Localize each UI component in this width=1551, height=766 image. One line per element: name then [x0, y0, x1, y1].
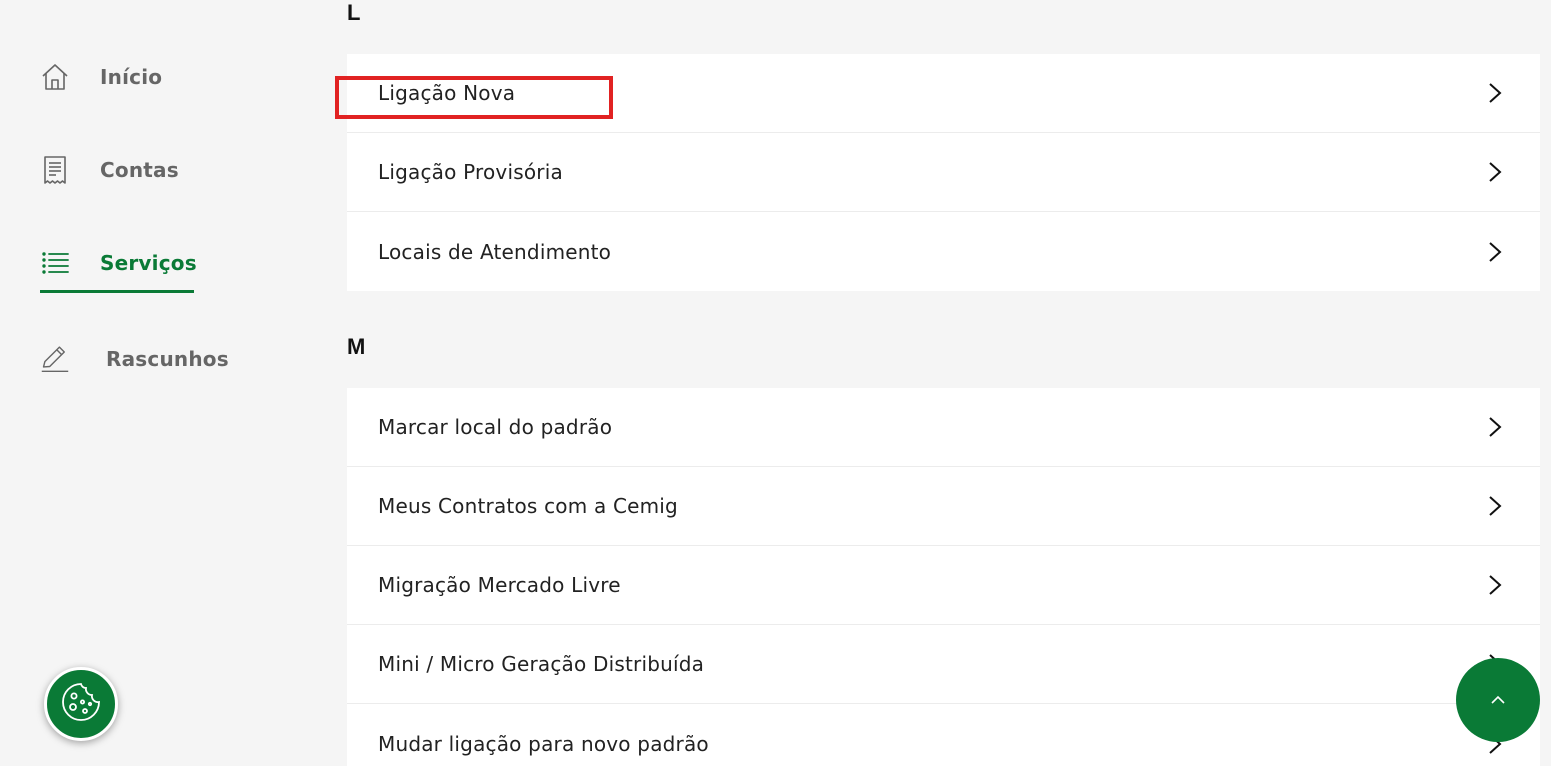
section-letter-m: M — [347, 334, 366, 359]
list-item-label: Marcar local do padrão — [378, 415, 613, 439]
chevron-right-icon — [1489, 575, 1502, 595]
sidebar-item-rascunhos[interactable]: Rascunhos — [40, 337, 229, 381]
page: Início Contas Serviços Rascunhos L Ligaç… — [0, 0, 1551, 766]
list-item-ligacao-provisoria[interactable]: Ligação Provisória — [347, 133, 1540, 212]
section-letter-l: L — [347, 0, 361, 25]
chevron-right-icon — [1489, 241, 1502, 262]
sidebar-item-label: Contas — [100, 158, 179, 182]
chevron-right-icon — [1489, 417, 1502, 437]
pencil-icon — [40, 344, 70, 374]
home-icon — [40, 62, 70, 92]
chevron-right-icon — [1489, 83, 1502, 103]
services-list: L Ligação Nova Ligação Provisória Locais… — [347, 0, 1540, 766]
sidebar-item-label: Início — [100, 65, 163, 89]
list-item-migracao-mercado-livre[interactable]: Migração Mercado Livre — [347, 546, 1540, 625]
section-list-m: Marcar local do padrão Meus Contratos co… — [347, 388, 1540, 766]
list-item-locais-de-atendimento[interactable]: Locais de Atendimento — [347, 212, 1540, 291]
list-item-mini-micro-geracao[interactable]: Mini / Micro Geração Distribuída — [347, 625, 1540, 704]
chevron-right-icon — [1489, 162, 1502, 182]
sidebar-item-inicio[interactable]: Início — [40, 55, 162, 99]
scroll-to-top-button[interactable] — [1456, 658, 1540, 742]
sidebar-nav: Início Contas Serviços Rascunhos — [0, 0, 330, 766]
list-item-meus-contratos[interactable]: Meus Contratos com a Cemig — [347, 467, 1540, 546]
cookie-settings-button[interactable] — [44, 667, 118, 741]
list-item-label: Mini / Micro Geração Distribuída — [378, 652, 705, 676]
list-item-marcar-local-do-padrao[interactable]: Marcar local do padrão — [347, 388, 1540, 467]
list-item-label: Migração Mercado Livre — [378, 573, 621, 597]
list-item-label: Ligação Nova — [378, 81, 516, 105]
list-item-label: Mudar ligação para novo padrão — [378, 731, 709, 756]
list-item-mudar-ligacao[interactable]: Mudar ligação para novo padrão — [347, 704, 1540, 766]
chevron-right-icon — [1489, 496, 1502, 516]
section-list-l: Ligação Nova Ligação Provisória Locais d… — [347, 54, 1540, 291]
list-item-ligacao-nova[interactable]: Ligação Nova — [347, 54, 1540, 133]
receipt-icon — [40, 155, 70, 185]
sidebar-item-contas[interactable]: Contas — [40, 148, 179, 192]
list-item-label: Meus Contratos com a Cemig — [378, 494, 678, 518]
list-icon — [40, 248, 70, 278]
sidebar-item-servicos[interactable]: Serviços — [40, 241, 197, 293]
chevron-up-icon — [1491, 695, 1505, 704]
list-item-label: Locais de Atendimento — [378, 239, 612, 264]
list-item-label: Ligação Provisória — [378, 160, 563, 184]
sidebar-item-label: Serviços — [100, 251, 197, 275]
cookie-icon — [59, 680, 103, 728]
sidebar-item-label: Rascunhos — [106, 347, 229, 371]
